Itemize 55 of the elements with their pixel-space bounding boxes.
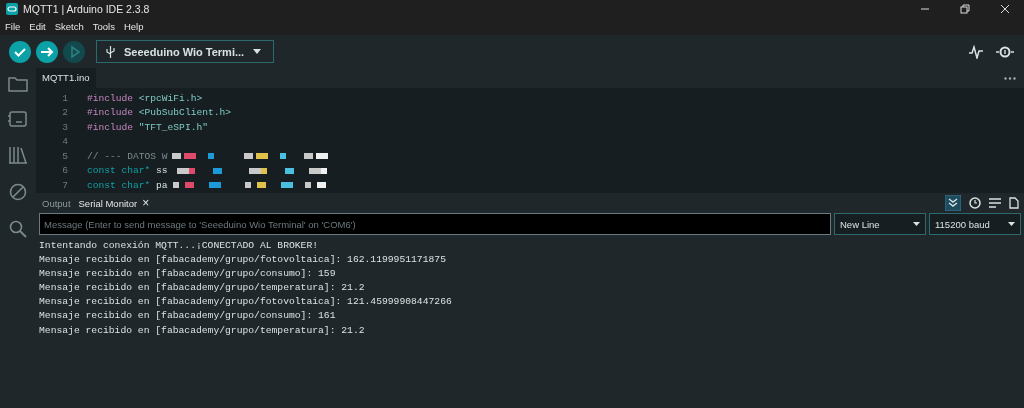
check-icon[interactable]: [9, 40, 31, 63]
menu-item[interactable]: Tools: [92, 21, 115, 32]
line-number: 7: [61, 179, 68, 191]
line-number: 5: [61, 150, 68, 162]
file-tab[interactable]: MQTT1.ino: [36, 68, 96, 88]
search-icon[interactable]: [9, 220, 27, 238]
line-number: 1: [61, 92, 68, 104]
board-selector[interactable]: Seeeduino Wio Termi...: [96, 40, 275, 63]
code-line: #include <PubSubClient.h>: [87, 107, 231, 119]
window-title: MQTT1 | Arduino IDE 2.3.8: [23, 3, 150, 15]
line-ending-dropdown[interactable]: New Line: [834, 213, 926, 235]
baud-rate-dropdown[interactable]: 115200 baud: [929, 213, 1021, 235]
copy-icon[interactable]: [1009, 197, 1019, 209]
code-line: #include "TFT_eSPI.h": [87, 121, 208, 133]
menu-item[interactable]: Help: [123, 21, 144, 32]
menu-item[interactable]: Sketch: [54, 21, 84, 32]
serial-output-line: Mensaje recibido en [fabacademy/grupo/fotovoltaica]: 121.45999908447266: [39, 296, 453, 310]
arrow-right-icon[interactable]: [36, 40, 58, 63]
code-line: const char* pa: [87, 179, 168, 191]
serial-plotter-icon[interactable]: [969, 44, 983, 59]
app-logo-icon: [6, 3, 18, 15]
serial-output-line: Mensaje recibido en [fabacademy/grupo/fotovoltaica]: 162.1199951171875: [39, 254, 447, 268]
serial-output-line: Mensaje recibido en [fabacademy/grupo/consumo]: 159: [39, 268, 337, 282]
serial-output-line: Mensaje recibido en [fabacademy/grupo/temperatura]: 21.2: [39, 324, 366, 338]
caret-icon: [1008, 222, 1015, 226]
line-number: 2: [61, 107, 68, 119]
serial-output-line: Intentando conexión MQTT...¡CONECTADO AL BROKER!: [39, 240, 320, 253]
library-icon[interactable]: [8, 146, 28, 164]
more-icon[interactable]: [1004, 76, 1016, 80]
folder-icon[interactable]: [8, 76, 28, 92]
serial-output-line: Mensaje recibido en [fabacademy/grupo/consumo]: 161: [39, 310, 337, 324]
code-line: // --- DATOS W: [87, 150, 168, 162]
restore-icon[interactable]: [960, 4, 970, 14]
clear-output-icon[interactable]: [989, 198, 1001, 208]
caret-icon: [913, 222, 920, 226]
close-tab-button[interactable]: ×: [142, 196, 150, 210]
line-number: 6: [61, 165, 68, 177]
panel-tab[interactable]: Output: [42, 197, 71, 209]
autoscroll-icon[interactable]: [945, 195, 961, 211]
serial-monitor-icon[interactable]: [996, 44, 1014, 59]
menu-item[interactable]: Edit: [29, 21, 46, 32]
code-line: #include <rpcWiFi.h>: [87, 92, 203, 104]
board-icon[interactable]: [8, 111, 28, 127]
serial-output-line: Mensaje recibido en [fabacademy/grupo/temperatura]: 21.2: [39, 282, 366, 296]
menu-item[interactable]: File: [5, 21, 21, 32]
usb-icon: [106, 45, 115, 58]
caret-icon: [253, 49, 262, 54]
code-line: const char* ss: [87, 165, 168, 177]
no-entry-icon[interactable]: [9, 183, 27, 201]
panel-tab[interactable]: Serial Monitor: [78, 197, 138, 209]
message-field[interactable]: Message (Enter to send message to 'Seeeduino Wio Terminal' on 'COM6'): [39, 213, 831, 235]
clock-icon[interactable]: [969, 197, 981, 209]
line-number: 3: [61, 121, 68, 133]
close-icon[interactable]: [1000, 4, 1010, 14]
line-number: 4: [61, 136, 68, 148]
